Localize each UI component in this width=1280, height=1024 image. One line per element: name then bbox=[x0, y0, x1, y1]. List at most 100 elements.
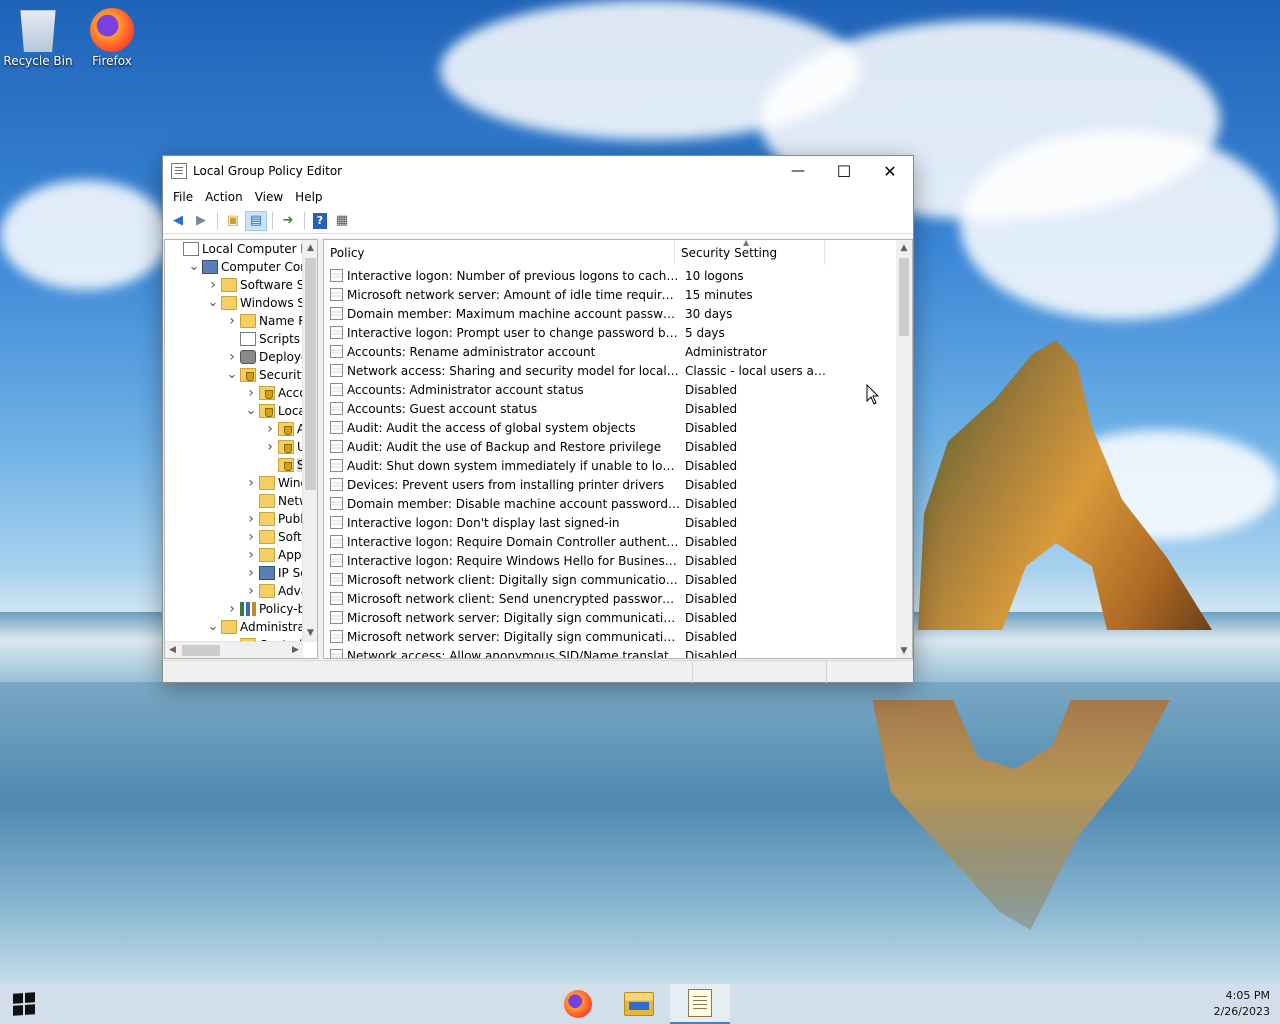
list-header: Policy ▲ Security Setting bbox=[324, 240, 898, 265]
policy-row[interactable]: Microsoft network client: Digitally sign… bbox=[324, 570, 898, 589]
tree-item[interactable]: ⌄ Computer Config bbox=[165, 258, 303, 276]
tree-item[interactable]: Scripts (St bbox=[165, 330, 303, 348]
policy-name: Audit: Audit the access of global system… bbox=[347, 420, 636, 435]
forward-icon[interactable]: ▶ bbox=[190, 211, 212, 231]
tree-item[interactable]: › Public bbox=[165, 510, 303, 528]
export-list-icon[interactable]: ➜ bbox=[277, 211, 299, 231]
taskbar-firefox[interactable] bbox=[548, 984, 608, 1024]
tree-item[interactable]: ›Au bbox=[165, 420, 303, 438]
tree-item[interactable]: › Windo bbox=[165, 474, 303, 492]
policy-row[interactable]: Network access: Allow anonymous SID/Name… bbox=[324, 646, 898, 658]
scrollbar-thumb[interactable] bbox=[305, 258, 316, 490]
chevron-right-icon[interactable]: › bbox=[226, 349, 238, 365]
minimize-button[interactable]: — bbox=[775, 156, 821, 186]
menu-action[interactable]: Action bbox=[199, 188, 249, 206]
policy-row[interactable]: Accounts: Rename administrator account Ad… bbox=[324, 342, 898, 361]
tree-vertical-scrollbar[interactable]: ▲ ▼ bbox=[302, 240, 317, 642]
tree-item[interactable]: › Advan bbox=[165, 582, 303, 600]
policy-row[interactable]: Devices: Prevent users from installing p… bbox=[324, 475, 898, 494]
properties-icon[interactable]: ▦ bbox=[331, 211, 353, 231]
chevron-right-icon[interactable]: › bbox=[245, 529, 257, 545]
policy-row[interactable]: Interactive logon: Prompt user to change… bbox=[324, 323, 898, 342]
back-icon[interactable]: ◀ bbox=[167, 211, 189, 231]
maximize-button[interactable]: ☐ bbox=[821, 156, 867, 186]
show-hide-tree-icon[interactable]: ▤ bbox=[245, 210, 267, 231]
close-button[interactable]: ✕ bbox=[867, 156, 913, 186]
desktop-icon-recycle-bin[interactable]: Recycle Bin bbox=[2, 8, 74, 68]
scroll-left-icon[interactable]: ◀ bbox=[165, 642, 180, 658]
policy-name: Audit: Audit the use of Backup and Resto… bbox=[347, 439, 662, 454]
chevron-down-icon[interactable]: ⌄ bbox=[226, 368, 238, 381]
policy-row[interactable]: Domain member: Maximum machine account p… bbox=[324, 304, 898, 323]
policy-row[interactable]: Interactive logon: Don't display last si… bbox=[324, 513, 898, 532]
tree-item[interactable]: › Software Setti bbox=[165, 276, 303, 294]
chevron-right-icon[interactable]: › bbox=[245, 547, 257, 563]
tree-item[interactable]: Sec bbox=[165, 456, 303, 474]
scrollbar-thumb[interactable] bbox=[182, 645, 220, 656]
chevron-right-icon[interactable]: › bbox=[207, 277, 219, 293]
scroll-right-icon[interactable]: ▶ bbox=[288, 642, 303, 658]
policy-row[interactable]: Microsoft network server: Amount of idle… bbox=[324, 285, 898, 304]
tree-item[interactable]: › IP Secu bbox=[165, 564, 303, 582]
scroll-down-icon[interactable]: ▼ bbox=[303, 625, 317, 642]
column-header-security-setting[interactable]: ▲ Security Setting bbox=[675, 240, 825, 265]
chevron-right-icon[interactable]: › bbox=[264, 421, 276, 437]
policy-row[interactable]: Audit: Shut down system immediately if u… bbox=[324, 456, 898, 475]
policy-row[interactable]: Microsoft network server: Digitally sign… bbox=[324, 627, 898, 646]
taskbar-group-policy-editor[interactable] bbox=[670, 984, 730, 1024]
taskbar-file-explorer[interactable] bbox=[609, 984, 669, 1024]
policy-row[interactable]: Network access: Sharing and security mod… bbox=[324, 361, 898, 380]
tree-item[interactable]: ›Use bbox=[165, 438, 303, 456]
tree-item[interactable]: Netwo bbox=[165, 492, 303, 510]
tree-item[interactable]: ⌄ Windows Sett bbox=[165, 294, 303, 312]
menu-file[interactable]: File bbox=[167, 188, 199, 206]
policy-row[interactable]: Microsoft network client: Send unencrypt… bbox=[324, 589, 898, 608]
policy-row[interactable]: Audit: Audit the use of Backup and Resto… bbox=[324, 437, 898, 456]
scrollbar-thumb[interactable] bbox=[899, 258, 909, 336]
system-clock[interactable]: 4:05 PM 2/26/2023 bbox=[1200, 988, 1270, 1020]
chevron-right-icon[interactable]: › bbox=[226, 601, 238, 617]
column-header-policy[interactable]: Policy bbox=[324, 240, 675, 265]
policy-row[interactable]: Audit: Audit the access of global system… bbox=[324, 418, 898, 437]
scroll-up-icon[interactable]: ▲ bbox=[303, 240, 317, 257]
chevron-right-icon[interactable]: › bbox=[245, 583, 257, 599]
start-button[interactable] bbox=[0, 984, 48, 1024]
menu-help[interactable]: Help bbox=[289, 188, 328, 206]
tree-item[interactable]: › Applic bbox=[165, 546, 303, 564]
tree-item[interactable]: ⌄ Security Se bbox=[165, 366, 303, 384]
tree-item[interactable]: › Name Res bbox=[165, 312, 303, 330]
chevron-right-icon[interactable]: › bbox=[245, 511, 257, 527]
policy-row[interactable]: Accounts: Administrator account status Di… bbox=[324, 380, 898, 399]
policy-row[interactable]: Interactive logon: Number of previous lo… bbox=[324, 266, 898, 285]
list-vertical-scrollbar[interactable]: ▲ ▼ bbox=[896, 240, 912, 658]
tree-item[interactable]: › Accou bbox=[165, 384, 303, 402]
help-icon[interactable]: ? bbox=[313, 212, 327, 229]
tree-horizontal-scrollbar[interactable]: ◀ ▶ bbox=[165, 641, 303, 658]
policy-row[interactable]: Domain member: Disable machine account p… bbox=[324, 494, 898, 513]
chevron-right-icon[interactable]: › bbox=[264, 439, 276, 455]
title-bar[interactable]: Local Group Policy Editor — ☐ ✕ bbox=[163, 156, 913, 186]
chevron-right-icon[interactable]: › bbox=[245, 565, 257, 581]
policy-row[interactable]: Microsoft network server: Digitally sign… bbox=[324, 608, 898, 627]
tree-item[interactable]: › Deployed bbox=[165, 348, 303, 366]
policy-row[interactable]: Interactive logon: Require Domain Contro… bbox=[324, 532, 898, 551]
chevron-down-icon[interactable]: ⌄ bbox=[207, 296, 219, 309]
policy-row[interactable]: Interactive logon: Require Windows Hello… bbox=[324, 551, 898, 570]
tree-item[interactable]: ⌄ Local P bbox=[165, 402, 303, 420]
desktop-icon-firefox[interactable]: Firefox bbox=[76, 8, 148, 68]
chevron-right-icon[interactable]: › bbox=[226, 313, 238, 329]
scroll-down-icon[interactable]: ▼ bbox=[896, 643, 912, 658]
policy-row[interactable]: Accounts: Guest account status Disabled bbox=[324, 399, 898, 418]
chevron-down-icon[interactable]: ⌄ bbox=[188, 260, 200, 273]
menu-view[interactable]: View bbox=[249, 188, 289, 206]
scroll-up-icon[interactable]: ▲ bbox=[896, 240, 912, 257]
chevron-right-icon[interactable]: › bbox=[245, 385, 257, 401]
chevron-down-icon[interactable]: ⌄ bbox=[207, 620, 219, 633]
tree-item[interactable]: › Policy-bas bbox=[165, 600, 303, 618]
tree-item[interactable]: Local Computer Polic bbox=[165, 240, 303, 258]
up-folder-icon[interactable]: ▣ bbox=[222, 211, 244, 231]
chevron-down-icon[interactable]: ⌄ bbox=[245, 404, 257, 417]
tree-item[interactable]: › Softwa bbox=[165, 528, 303, 546]
chevron-right-icon[interactable]: › bbox=[245, 475, 257, 491]
tree-item[interactable]: ⌄ Administrativ bbox=[165, 618, 303, 636]
